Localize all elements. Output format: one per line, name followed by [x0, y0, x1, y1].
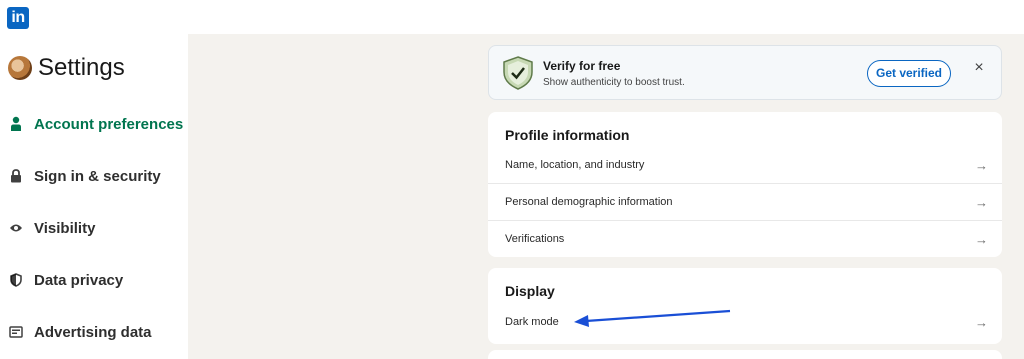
- row-label: Name, location, and industry: [505, 159, 645, 171]
- arrow-right-icon: →: [975, 195, 988, 210]
- row-label: Verifications: [505, 233, 565, 245]
- lock-icon: [8, 168, 24, 184]
- sidebar-item-account-preferences[interactable]: Account preferences: [0, 109, 188, 139]
- list-item-dark-mode[interactable]: Dark mode →: [488, 304, 1002, 341]
- sidebar-item-label: Advertising data: [34, 323, 152, 341]
- row-label: Personal demographic information: [505, 196, 673, 208]
- list-item-name-location-industry[interactable]: Name, location, and industry →: [488, 147, 1002, 184]
- list-item-personal-demographic[interactable]: Personal demographic information →: [488, 184, 1002, 221]
- settings-sidebar: Settings Account preferences Sign in & s…: [0, 34, 188, 359]
- shield-icon: [8, 272, 24, 288]
- arrow-right-icon: →: [975, 315, 988, 330]
- sidebar-item-label: Data privacy: [34, 271, 124, 289]
- sidebar-item-label: Visibility: [34, 219, 96, 237]
- verify-banner: Verify for free Show authenticity to boo…: [488, 45, 1002, 100]
- sidebar-item-label: Sign in & security: [34, 167, 161, 185]
- get-verified-button[interactable]: Get verified: [867, 60, 951, 87]
- newspaper-icon: [8, 324, 24, 340]
- arrow-right-icon: →: [975, 158, 988, 173]
- page-title: Settings: [38, 54, 125, 81]
- display-card: Display Dark mode →: [488, 268, 1002, 344]
- section-title: Profile information: [505, 127, 630, 143]
- sidebar-item-data-privacy[interactable]: Data privacy: [0, 265, 188, 295]
- verify-title: Verify for free: [543, 59, 621, 73]
- settings-header: Settings: [8, 54, 125, 82]
- verify-subtitle: Show authenticity to boost trust.: [543, 77, 685, 88]
- sidebar-item-advertising-data[interactable]: Advertising data: [0, 317, 188, 347]
- sidebar-item-visibility[interactable]: Visibility: [0, 213, 188, 243]
- annotation-arrow: [574, 309, 731, 327]
- section-title: Display: [505, 283, 555, 299]
- sidebar-item-sign-in-security[interactable]: Sign in & security: [0, 161, 188, 191]
- linkedin-logo[interactable]: in: [7, 7, 29, 29]
- sidebar-item-label: Account preferences: [34, 115, 184, 133]
- avatar[interactable]: [8, 56, 32, 80]
- arrow-right-icon: →: [975, 232, 988, 247]
- profile-information-card: Profile information Name, location, and …: [488, 112, 1002, 257]
- person-icon: [8, 116, 24, 132]
- list-item-verifications[interactable]: Verifications →: [488, 221, 1002, 258]
- close-icon[interactable]: ×: [971, 60, 987, 76]
- verified-shield-icon: [502, 56, 534, 90]
- row-label: Dark mode: [505, 316, 559, 328]
- top-bar: in: [0, 0, 1024, 34]
- next-section-card: [488, 350, 1002, 359]
- eye-icon: [8, 220, 24, 236]
